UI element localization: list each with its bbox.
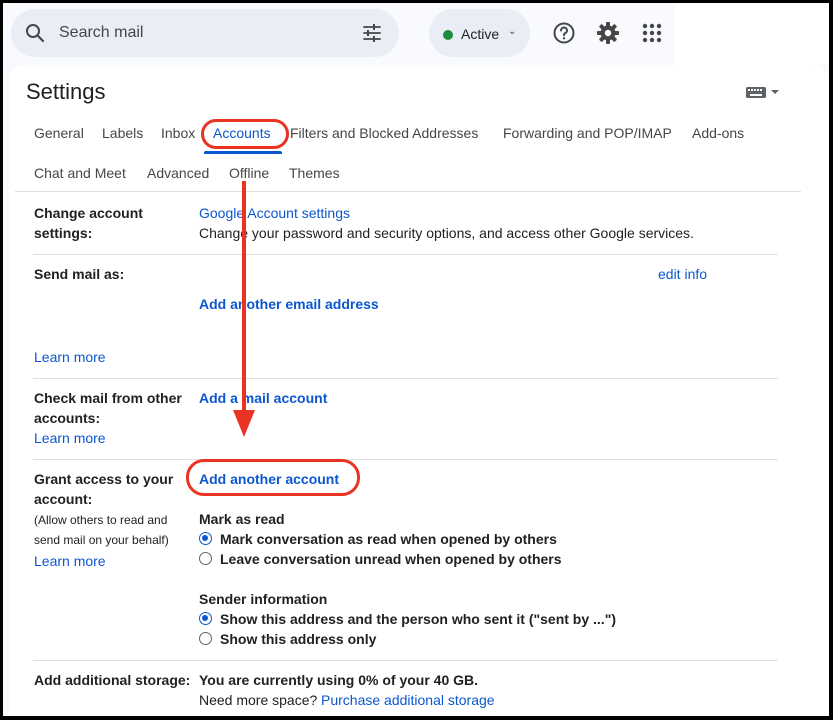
send-mail-as-label: Send mail as:: [34, 266, 125, 282]
add-mail-account-link[interactable]: Add a mail account: [199, 390, 327, 406]
add-another-account-highlight: [186, 459, 360, 496]
check-mail-label: Check mail from other accounts:: [34, 390, 182, 426]
tab-forwarding[interactable]: Forwarding and POP/IMAP: [503, 125, 672, 141]
active-tab-indicator: [204, 151, 282, 154]
top-bar-icons-area: [675, 3, 829, 65]
row-divider: [33, 254, 778, 255]
gmail-window: Search mail Active ⌄ Settings General La…: [3, 3, 829, 716]
search-icon[interactable]: [23, 21, 47, 45]
need-more-space-text: Need more space?: [199, 692, 318, 708]
tune-icon[interactable]: [361, 22, 383, 44]
row-divider: [33, 660, 778, 661]
tab-addons[interactable]: Add-ons: [692, 125, 744, 141]
status-label: Active: [461, 26, 500, 42]
grant-access-label: Grant access to your account:: [34, 471, 174, 507]
tab-labels[interactable]: Labels: [102, 125, 143, 141]
tab-general[interactable]: General: [34, 125, 84, 141]
tab-themes[interactable]: Themes: [289, 165, 340, 181]
status-selector[interactable]: Active ⌄: [429, 9, 530, 57]
mark-as-read-heading: Mark as read: [199, 511, 285, 527]
tab-inbox[interactable]: Inbox: [161, 125, 195, 141]
storage-usage: You are currently using 0% of your 40 GB…: [199, 672, 479, 688]
purchase-storage-link[interactable]: Purchase additional storage: [321, 692, 495, 708]
check-mail-learn-more-link[interactable]: Learn more: [34, 430, 106, 446]
top-bar: Search mail Active ⌄: [3, 3, 829, 65]
row-divider: [33, 459, 778, 460]
google-account-settings-link[interactable]: Google Account settings: [199, 205, 350, 221]
chevron-down-icon: ⌄: [508, 26, 517, 37]
change-account-label: Change account settings:: [34, 205, 143, 241]
sender-information-heading: Sender information: [199, 591, 328, 607]
tabs-divider: [15, 191, 801, 192]
send-mail-learn-more-link[interactable]: Learn more: [34, 349, 106, 365]
tab-filters[interactable]: Filters and Blocked Addresses: [290, 125, 478, 141]
help-icon[interactable]: [551, 20, 577, 46]
grant-access-note: (Allow others to read and send mail on y…: [34, 513, 169, 547]
show-address-only-radio[interactable]: [199, 632, 212, 645]
show-address-only-label[interactable]: Show this address only: [220, 631, 376, 647]
gear-icon[interactable]: [595, 20, 621, 46]
page-title: Settings: [26, 79, 106, 104]
change-account-description: Change your password and security option…: [199, 225, 694, 241]
mark-read-radio[interactable]: [199, 532, 212, 545]
apps-grid-icon[interactable]: [639, 20, 665, 46]
tab-advanced[interactable]: Advanced: [147, 165, 209, 181]
add-email-address-link[interactable]: Add another email address: [199, 296, 379, 312]
show-address-and-sender-radio[interactable]: [199, 612, 212, 625]
tab-offline[interactable]: Offline: [229, 165, 269, 181]
mark-read-option-label[interactable]: Mark conversation as read when opened by…: [220, 531, 557, 547]
edit-info-link[interactable]: edit info: [658, 266, 707, 282]
search-bar[interactable]: Search mail: [11, 9, 399, 57]
storage-label: Add additional storage:: [34, 672, 191, 688]
keyboard-icon[interactable]: [746, 85, 782, 99]
show-address-and-sender-label[interactable]: Show this address and the person who sen…: [220, 611, 616, 627]
row-divider: [33, 378, 778, 379]
leave-unread-option-label[interactable]: Leave conversation unread when opened by…: [220, 551, 562, 567]
leave-unread-radio[interactable]: [199, 552, 212, 565]
search-input[interactable]: Search mail: [59, 24, 143, 42]
accounts-tab-highlight: [201, 119, 289, 149]
active-status-dot: [443, 30, 453, 40]
grant-access-learn-more-link[interactable]: Learn more: [34, 553, 106, 569]
tab-chat-meet[interactable]: Chat and Meet: [34, 165, 126, 181]
